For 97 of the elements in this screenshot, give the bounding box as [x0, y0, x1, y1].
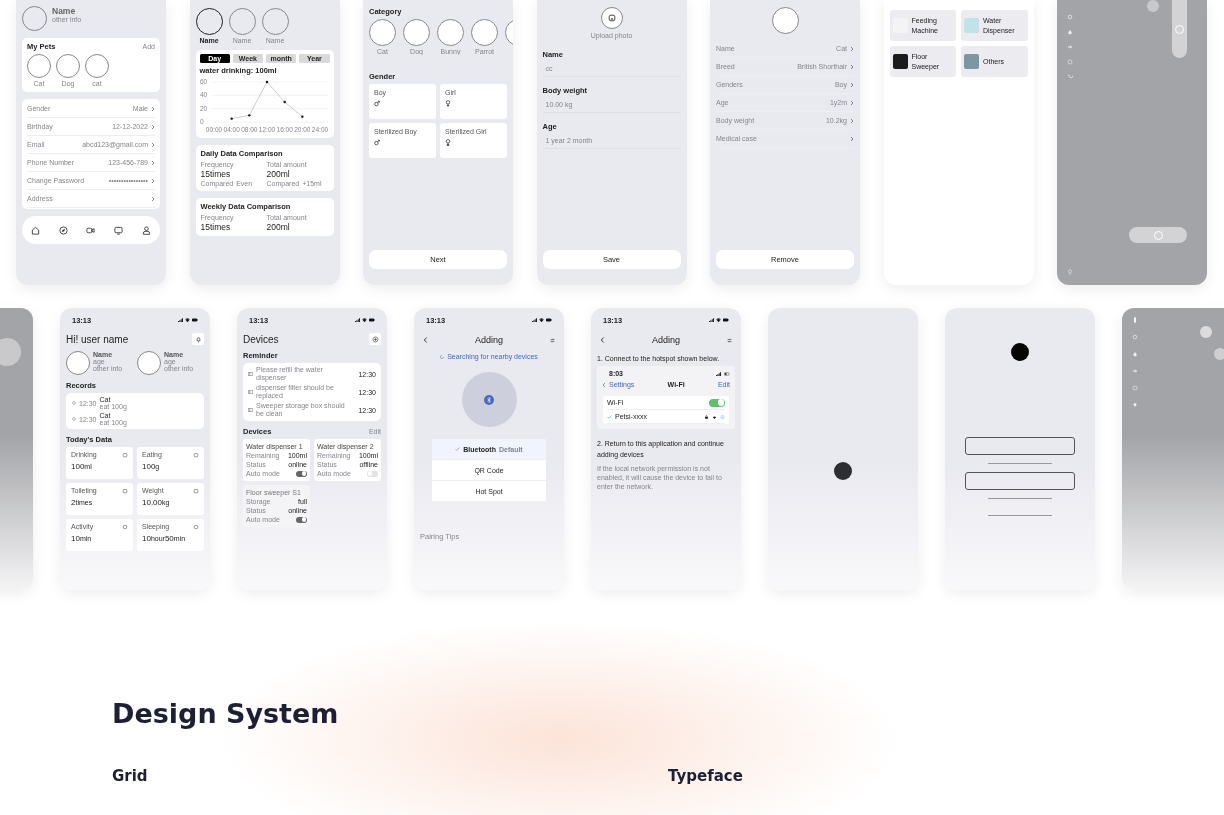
check-icon	[607, 414, 612, 419]
drop-icon[interactable]	[1067, 29, 1073, 35]
stat-value: 15times	[200, 169, 232, 179]
swap-icon[interactable]	[550, 337, 555, 343]
wifi-toggle[interactable]	[709, 398, 725, 407]
message-icon	[248, 408, 253, 413]
screen-title: Adding	[652, 335, 680, 345]
auto-mode-toggle[interactable]	[296, 470, 307, 477]
stat-value: 200ml	[266, 169, 291, 179]
data-point	[247, 114, 251, 117]
gear-icon[interactable]	[1132, 334, 1138, 340]
screen-title: Hi! user name	[66, 333, 129, 345]
wifi-icon	[712, 414, 717, 419]
stat-value: 200ml	[266, 222, 291, 232]
auto-mode-toggle[interactable]	[367, 470, 378, 477]
drop-icon[interactable]	[1132, 351, 1138, 357]
gear-icon[interactable]	[1067, 14, 1073, 20]
section-heading: Design System	[112, 698, 340, 729]
back-icon[interactable]	[600, 336, 605, 344]
chevron-icon[interactable]	[151, 141, 155, 148]
female-sign-icon	[445, 100, 451, 107]
plus-icon	[371, 335, 379, 343]
loading-icon	[440, 354, 445, 359]
data-point	[265, 80, 268, 84]
male-sign-icon	[374, 139, 380, 146]
bell-icon	[194, 335, 202, 343]
data-point	[229, 117, 233, 120]
subsection-heading: Typeface	[668, 767, 744, 785]
wifi-icon	[539, 318, 544, 322]
photo-placeholder	[892, 54, 908, 69]
screen-title: Devices	[243, 333, 279, 345]
round-button[interactable]	[1214, 348, 1224, 360]
chevron-icon[interactable]	[151, 159, 155, 166]
pet-avatar	[771, 7, 799, 34]
photo-placeholder	[964, 54, 979, 69]
data-point	[300, 115, 304, 118]
wifi-icon	[185, 318, 190, 322]
male-sign-icon	[374, 100, 380, 107]
timeline-dot	[72, 401, 76, 405]
signal-icon	[355, 318, 360, 322]
back-icon[interactable]	[602, 381, 606, 388]
wifi-icon	[716, 318, 721, 322]
lock-icon	[704, 414, 709, 419]
add-button[interactable]	[369, 333, 381, 345]
chevron-icon[interactable]	[151, 105, 155, 112]
wifi-icon	[362, 318, 367, 322]
photo-placeholder	[964, 18, 979, 33]
arrow-icon[interactable]	[1067, 44, 1073, 50]
user-name: Name	[52, 6, 77, 16]
compass-icon[interactable]	[58, 225, 68, 235]
dot	[834, 462, 852, 480]
person-icon[interactable]	[141, 225, 151, 235]
category-option[interactable]	[437, 19, 464, 46]
chevron-icon[interactable]	[850, 117, 854, 124]
chevron-icon[interactable]	[850, 45, 854, 52]
data-point	[282, 100, 286, 104]
horizontal-control[interactable]	[1129, 227, 1187, 243]
check-icon	[455, 447, 461, 451]
timeline-dot	[72, 417, 76, 421]
video-camera-icon[interactable]	[86, 225, 96, 235]
battery-icon	[369, 318, 375, 322]
chevron-icon[interactable]	[151, 177, 155, 184]
battery-icon	[723, 318, 729, 322]
stat-value: 15times	[200, 222, 232, 232]
signal-icon	[709, 318, 714, 322]
category-option[interactable]	[369, 19, 396, 46]
chevron-icon[interactable]	[850, 63, 854, 70]
image-icon	[607, 14, 616, 22]
upload-photo-button[interactable]	[600, 7, 623, 29]
message-icon	[248, 390, 253, 395]
notification-button[interactable]	[192, 333, 204, 345]
signal-icon	[532, 318, 537, 322]
chevron-icon[interactable]	[850, 81, 854, 88]
swap-icon[interactable]	[727, 337, 732, 343]
monitor-icon[interactable]	[114, 225, 124, 235]
signal-icon	[716, 371, 721, 376]
battery-icon	[724, 371, 730, 376]
category-option[interactable]	[471, 19, 498, 46]
screen-title: Adding	[475, 335, 503, 345]
chevron-icon[interactable]	[850, 99, 854, 106]
bluetooth-icon	[484, 394, 494, 405]
home-icon[interactable]	[31, 225, 41, 235]
message-icon	[248, 372, 253, 377]
back-icon[interactable]	[423, 336, 428, 344]
battery-icon	[192, 318, 198, 322]
battery-icon	[546, 318, 552, 322]
subsection-heading: Grid	[112, 767, 149, 785]
chevron-icon[interactable]	[850, 135, 854, 142]
vertical-control[interactable]	[1172, 0, 1187, 58]
round-button[interactable]	[1200, 326, 1212, 338]
signal-icon	[178, 318, 183, 322]
female-sign-icon	[445, 139, 451, 146]
dot	[1011, 343, 1029, 361]
arrow-icon[interactable]	[1132, 368, 1138, 374]
chevron-icon[interactable]	[151, 123, 155, 130]
chevron-icon[interactable]	[151, 195, 155, 202]
category-option[interactable]	[403, 19, 430, 46]
